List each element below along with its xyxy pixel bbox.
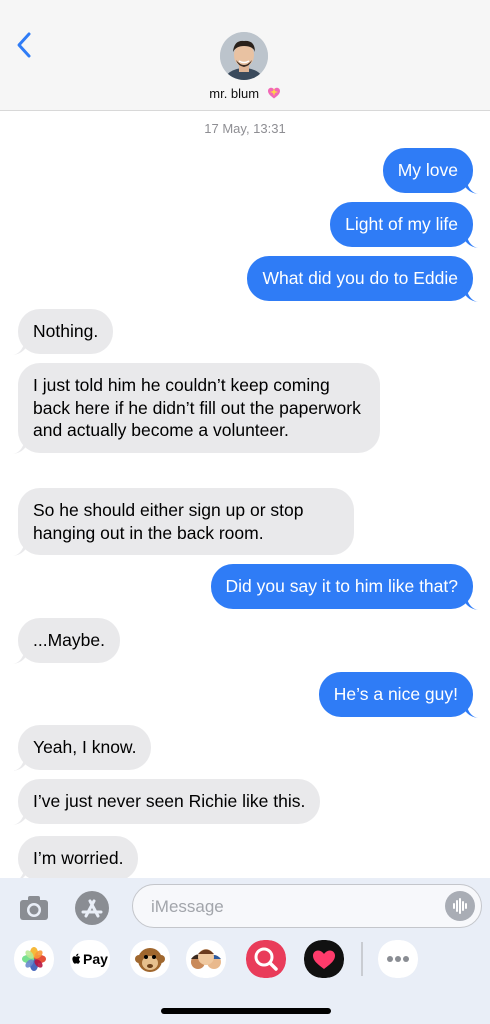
message-text: I’m worried.: [33, 848, 124, 868]
message-timestamp: 17 May, 13:31: [204, 121, 286, 136]
bubble-tail: [462, 231, 478, 248]
app-drawer: Pay: [0, 940, 490, 980]
message-text: I just told him he couldn’t keep coming …: [33, 375, 361, 440]
message-text: Nothing.: [33, 321, 99, 341]
outgoing-message[interactable]: Light of my life: [330, 202, 478, 248]
sparkling-heart-icon: [267, 87, 280, 99]
bubble-tail: [462, 177, 478, 194]
contact-avatar[interactable]: [220, 32, 268, 80]
voice-message-icon[interactable]: [445, 891, 475, 921]
bubble-tail: [13, 437, 29, 454]
bubble-tail: [13, 338, 29, 355]
outgoing-message[interactable]: What did you do to Eddie: [247, 256, 478, 302]
contact-name-row[interactable]: mr. blum: [0, 86, 490, 101]
back-chevron-icon[interactable]: [12, 30, 36, 60]
message-text: Light of my life: [345, 214, 458, 234]
message-thread[interactable]: 17 May, 13:31 My love Light of my life W…: [0, 110, 490, 880]
compose-area: Pay: [0, 878, 490, 1024]
animoji-icon[interactable]: [130, 940, 170, 978]
bubble-tail: [13, 647, 29, 664]
incoming-message[interactable]: I’m worried.: [17, 836, 139, 880]
conversation-header: mr. blum: [0, 0, 490, 111]
digital-touch-icon[interactable]: [304, 940, 344, 978]
bubble-tail: [13, 808, 29, 825]
message-text: Yeah, I know.: [33, 737, 137, 757]
bubble-tail: [462, 593, 478, 610]
outgoing-message[interactable]: He’s a nice guy!: [318, 672, 478, 718]
incoming-message[interactable]: So he should either sign up or stop hang…: [13, 488, 354, 556]
app-store-icon[interactable]: [72, 888, 112, 928]
message-text: He’s a nice guy!: [333, 684, 458, 704]
bubble-tail: [462, 285, 478, 302]
apple-logo-icon: [72, 953, 81, 964]
outgoing-message[interactable]: Did you say it to him like that?: [210, 564, 478, 610]
imessage-input[interactable]: [149, 894, 433, 920]
bubble-tail: [462, 701, 478, 718]
outgoing-message[interactable]: My love: [382, 148, 478, 194]
avatar-photo: [220, 32, 268, 80]
bubble-tail: [13, 754, 29, 771]
incoming-message[interactable]: ...Maybe.: [13, 618, 120, 664]
incoming-message[interactable]: I just told him he couldn’t keep coming …: [13, 363, 380, 454]
message-text: So he should either sign up or stop hang…: [33, 500, 304, 543]
apple-pay-label: Pay: [83, 951, 108, 967]
bubble-tail: [13, 540, 29, 556]
message-input-container[interactable]: [132, 884, 482, 928]
apple-pay-icon[interactable]: Pay: [70, 940, 110, 978]
camera-icon[interactable]: [14, 888, 54, 928]
app-drawer-divider: [361, 942, 363, 976]
photos-icon[interactable]: [14, 940, 54, 978]
message-text: Did you say it to him like that?: [225, 576, 458, 596]
message-text: ...Maybe.: [33, 630, 105, 650]
incoming-message[interactable]: Nothing.: [13, 309, 114, 355]
incoming-message[interactable]: I’ve just never seen Richie like this.: [13, 779, 321, 825]
home-indicator[interactable]: [161, 1008, 331, 1014]
more-icon[interactable]: [378, 940, 418, 978]
incoming-message[interactable]: Yeah, I know.: [13, 725, 152, 771]
image-search-icon[interactable]: [246, 940, 286, 978]
contact-name: mr. blum: [209, 86, 260, 101]
message-text: My love: [397, 160, 458, 180]
message-text: I’ve just never seen Richie like this.: [33, 791, 306, 811]
memoji-icon[interactable]: [186, 940, 226, 978]
message-text: What did you do to Eddie: [262, 268, 458, 288]
